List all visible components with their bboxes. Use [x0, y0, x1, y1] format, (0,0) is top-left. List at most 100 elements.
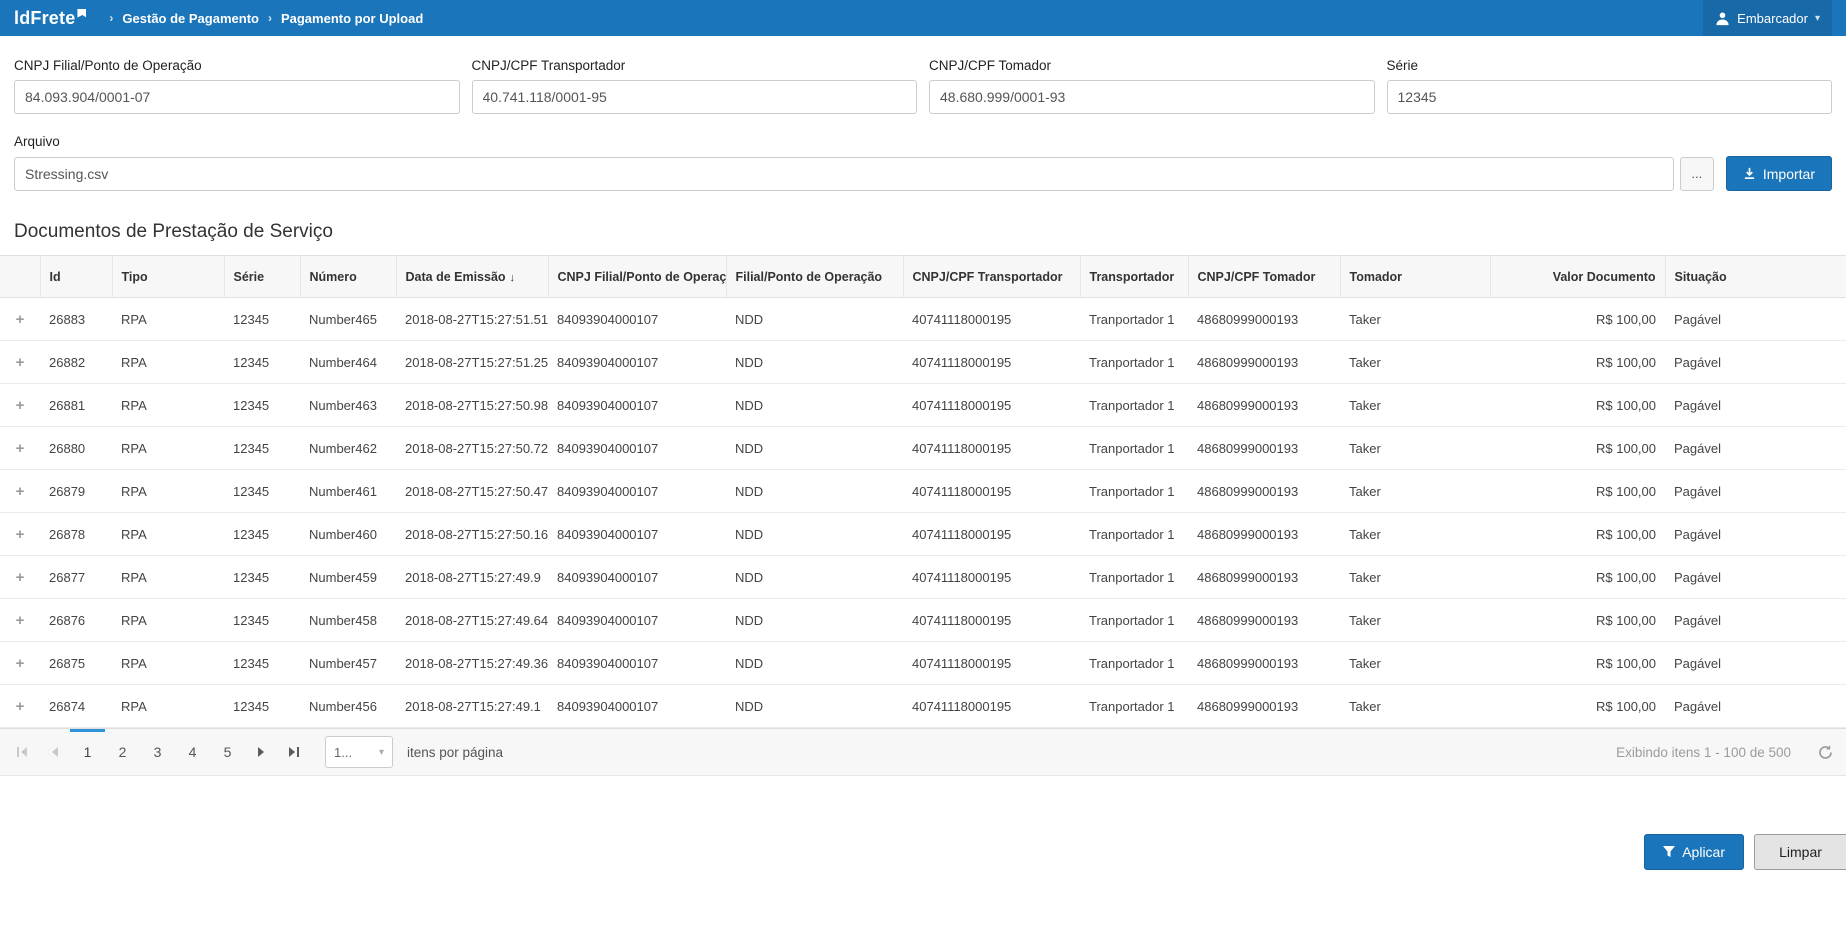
cell-cnpj-filial: 84093904000107 [548, 341, 726, 384]
page-button-2[interactable]: 2 [105, 729, 140, 775]
cell-transportador: Tranportador 1 [1080, 642, 1188, 685]
page-size-select[interactable]: 1... ▾ [325, 736, 393, 768]
refresh-icon[interactable] [1817, 744, 1834, 761]
page-button-1[interactable]: 1 [70, 729, 105, 775]
import-button[interactable]: Importar [1726, 156, 1832, 191]
app-logo[interactable]: ldFrete [14, 8, 86, 29]
column-header-numero[interactable]: Número [300, 256, 396, 298]
expand-row-icon[interactable]: + [9, 698, 31, 715]
expand-row-icon[interactable]: + [9, 612, 31, 629]
cell-tomador: Taker [1340, 599, 1490, 642]
expand-row-icon[interactable]: + [9, 483, 31, 500]
cell-tipo: RPA [112, 470, 224, 513]
user-menu[interactable]: Embarcador ▾ [1703, 0, 1832, 36]
column-header-situacao[interactable]: Situação [1665, 256, 1846, 298]
cell-numero: Number463 [300, 384, 396, 427]
cell-cnpj-tomador: 48680999000193 [1188, 556, 1340, 599]
cell-valor: R$ 100,00 [1490, 685, 1665, 728]
cell-cnpj-transportador: 40741118000195 [903, 642, 1080, 685]
cell-valor: R$ 100,00 [1490, 427, 1665, 470]
cnpj-tomador-input[interactable] [929, 80, 1375, 114]
chevron-down-icon: ▾ [1815, 13, 1820, 24]
cell-numero: Number461 [300, 470, 396, 513]
last-page-button[interactable] [277, 729, 309, 775]
column-header-valor[interactable]: Valor Documento [1490, 256, 1665, 298]
field-serie: Série [1387, 58, 1833, 114]
column-header-filial[interactable]: Filial/Ponto de Operação [726, 256, 903, 298]
cell-cnpj-transportador: 40741118000195 [903, 341, 1080, 384]
cell-serie: 12345 [224, 341, 300, 384]
cell-cnpj-filial: 84093904000107 [548, 384, 726, 427]
cell-numero: Number460 [300, 513, 396, 556]
cell-cnpj-filial: 84093904000107 [548, 599, 726, 642]
breadcrumb-gestao-pagamento[interactable]: Gestão de Pagamento [122, 11, 259, 26]
expand-row-icon[interactable]: + [9, 311, 31, 328]
previous-page-button [38, 729, 70, 775]
cell-cnpj-transportador: 40741118000195 [903, 298, 1080, 341]
cell-situacao: Pagável [1665, 556, 1846, 599]
cell-situacao: Pagável [1665, 642, 1846, 685]
table-row: + 26874 RPA 12345 Number456 2018-08-27T1… [0, 685, 1846, 728]
cell-cnpj-filial: 84093904000107 [548, 513, 726, 556]
pager: 1 2 3 4 5 1... ▾ itens por página Exibin… [0, 728, 1846, 776]
column-header-id[interactable]: Id [40, 256, 112, 298]
expand-row-icon[interactable]: + [9, 397, 31, 414]
cell-transportador: Tranportador 1 [1080, 341, 1188, 384]
cnpj-transportador-label: CNPJ/CPF Transportador [472, 58, 918, 73]
cell-data-emissao: 2018-08-27T15:27:49.647 [396, 599, 548, 642]
clear-button[interactable]: Limpar [1754, 834, 1846, 870]
cell-situacao: Pagável [1665, 470, 1846, 513]
cell-situacao: Pagável [1665, 513, 1846, 556]
expand-row-icon[interactable]: + [9, 440, 31, 457]
column-header-cnpj-filial[interactable]: CNPJ Filial/Ponto de Operaç... [548, 256, 726, 298]
cell-id: 26881 [40, 384, 112, 427]
apply-button[interactable]: Aplicar [1644, 834, 1744, 870]
cell-transportador: Tranportador 1 [1080, 599, 1188, 642]
page-button-5[interactable]: 5 [210, 729, 245, 775]
column-header-tipo[interactable]: Tipo [112, 256, 224, 298]
page-size-value: 1... [334, 745, 352, 760]
cell-numero: Number458 [300, 599, 396, 642]
cell-situacao: Pagável [1665, 599, 1846, 642]
column-header-transportador[interactable]: Transportador [1080, 256, 1188, 298]
serie-input[interactable] [1387, 80, 1833, 114]
page-button-3[interactable]: 3 [140, 729, 175, 775]
cell-cnpj-transportador: 40741118000195 [903, 384, 1080, 427]
column-header-data-emissao[interactable]: Data de Emissão↓ [396, 256, 548, 298]
cell-cnpj-transportador: 40741118000195 [903, 470, 1080, 513]
cell-data-emissao: 2018-08-27T15:27:51.257 [396, 341, 548, 384]
pager-status: Exibindo itens 1 - 100 de 500 [1616, 745, 1791, 760]
cell-valor: R$ 100,00 [1490, 341, 1665, 384]
table-row: + 26880 RPA 12345 Number462 2018-08-27T1… [0, 427, 1846, 470]
column-header-tomador[interactable]: Tomador [1340, 256, 1490, 298]
cell-cnpj-tomador: 48680999000193 [1188, 599, 1340, 642]
column-header-cnpj-transportador[interactable]: CNPJ/CPF Transportador [903, 256, 1080, 298]
cnpj-filial-input[interactable] [14, 80, 460, 114]
cell-id: 26874 [40, 685, 112, 728]
breadcrumb-chevron-icon: › [268, 11, 272, 25]
cell-numero: Number464 [300, 341, 396, 384]
cell-filial: NDD [726, 685, 903, 728]
topbar: ldFrete › Gestão de Pagamento › Pagament… [0, 0, 1846, 36]
column-header-serie[interactable]: Série [224, 256, 300, 298]
footer-actions: Aplicar Limpar [0, 834, 1846, 870]
arquivo-label: Arquivo [14, 134, 1832, 149]
expand-row-icon[interactable]: + [9, 655, 31, 672]
cell-transportador: Tranportador 1 [1080, 470, 1188, 513]
cnpj-tomador-label: CNPJ/CPF Tomador [929, 58, 1375, 73]
cell-tomador: Taker [1340, 384, 1490, 427]
page-button-4[interactable]: 4 [175, 729, 210, 775]
cnpj-transportador-input[interactable] [472, 80, 918, 114]
cell-filial: NDD [726, 642, 903, 685]
cell-cnpj-tomador: 48680999000193 [1188, 642, 1340, 685]
next-page-button[interactable] [245, 729, 277, 775]
cell-cnpj-filial: 84093904000107 [548, 298, 726, 341]
browse-file-button[interactable]: ... [1680, 157, 1714, 191]
cell-cnpj-filial: 84093904000107 [548, 556, 726, 599]
breadcrumb-pagamento-upload[interactable]: Pagamento por Upload [281, 11, 423, 26]
expand-row-icon[interactable]: + [9, 354, 31, 371]
expand-row-icon[interactable]: + [9, 526, 31, 543]
column-header-cnpj-tomador[interactable]: CNPJ/CPF Tomador [1188, 256, 1340, 298]
cell-tipo: RPA [112, 599, 224, 642]
expand-row-icon[interactable]: + [9, 569, 31, 586]
